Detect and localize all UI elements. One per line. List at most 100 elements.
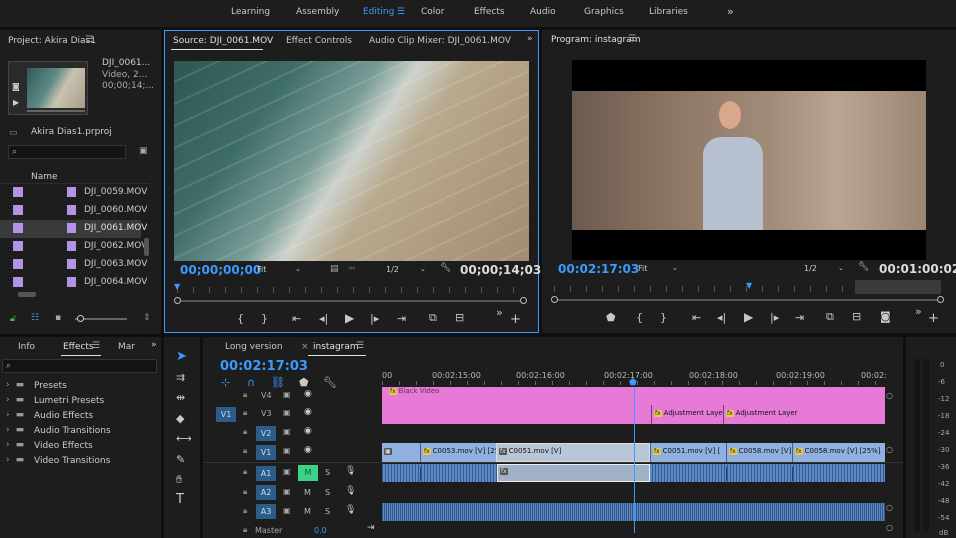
track-height-handle[interactable]: ○ xyxy=(886,445,893,454)
sync-lock-icon[interactable]: ▣ xyxy=(283,446,291,455)
tab-instagram[interactable]: instagram xyxy=(313,342,359,352)
workspace-graphics[interactable]: Graphics xyxy=(584,7,624,17)
solo-button[interactable]: S xyxy=(325,507,330,516)
extract-icon[interactable]: ⊟ xyxy=(852,311,861,323)
wrench-icon[interactable]: 🔧︎ xyxy=(440,263,451,273)
pen-tool-icon[interactable]: ✎ xyxy=(176,454,185,466)
hand-tool-icon[interactable]: ✋︎ xyxy=(176,474,182,486)
sort-icon[interactable]: ⇕ xyxy=(143,313,151,323)
mark-out-icon[interactable]: } xyxy=(660,312,667,324)
wrench-icon[interactable]: 🔧︎ xyxy=(858,262,869,272)
mute-button[interactable]: M xyxy=(298,465,318,481)
source-playhead[interactable]: ▼ xyxy=(174,282,180,291)
program-fit-select[interactable]: Fit ⌄ xyxy=(638,264,682,276)
source-zoom-bar[interactable] xyxy=(174,297,527,304)
timeline-menu-icon[interactable]: ☰ xyxy=(356,341,364,351)
workspace-learning[interactable]: Learning xyxy=(231,7,270,17)
tab-info[interactable]: Info xyxy=(18,342,35,352)
list-scrollbar[interactable] xyxy=(144,238,149,256)
lock-icon[interactable]: 🔒︎ xyxy=(243,506,247,516)
workspace-audio[interactable]: Audio xyxy=(530,7,556,17)
play-icon[interactable]: ▶ xyxy=(13,98,19,107)
track-height-handle[interactable]: ○ xyxy=(886,391,893,400)
panel-more-icon[interactable]: » xyxy=(527,34,533,44)
track-target[interactable]: V2 xyxy=(256,426,276,441)
tab-effects[interactable]: Effects xyxy=(63,342,94,352)
list-item[interactable]: › ▬ Video Effects xyxy=(6,440,156,455)
more-buttons-icon[interactable]: » xyxy=(496,307,503,319)
workspace-more-icon[interactable]: » xyxy=(727,5,734,18)
lock-icon[interactable]: 🔓︎ xyxy=(10,314,16,324)
audio-clip-a1-selected[interactable]: fx xyxy=(497,464,650,482)
list-item-selected[interactable]: DJI_0061.MOV xyxy=(0,220,147,238)
lock-icon[interactable]: 🔒︎ xyxy=(243,467,247,477)
mark-out-icon[interactable]: } xyxy=(261,313,268,325)
drag-icon[interactable]: ⇹ xyxy=(348,264,356,274)
program-timecode[interactable]: 00:02:17:03 xyxy=(558,262,639,276)
lift-icon[interactable]: ⧉ xyxy=(826,311,834,323)
export-frame-icon[interactable]: ◙ xyxy=(880,311,891,323)
source-fit-select[interactable]: Fit ⌄ xyxy=(257,265,305,277)
settings-icon[interactable]: ▤ xyxy=(330,264,339,274)
eye-icon[interactable]: ◉ xyxy=(304,426,312,436)
effects-menu-icon[interactable]: ☰ xyxy=(92,341,100,351)
program-zoom-bar[interactable] xyxy=(551,296,944,303)
list-item[interactable]: DJI_0059.MOV xyxy=(0,184,147,202)
track-select-icon[interactable]: ⇉ xyxy=(176,372,185,384)
list-item[interactable]: DJI_0062.MOV xyxy=(0,238,147,256)
track-label[interactable]: V4 xyxy=(261,391,272,400)
add-button-icon[interactable]: + xyxy=(510,313,521,326)
source-patch-v1[interactable]: V1 xyxy=(216,407,236,422)
list-item[interactable]: › ▬ Video Transitions xyxy=(6,455,156,470)
tab-markers[interactable]: Mar xyxy=(118,342,135,352)
mute-button[interactable]: M xyxy=(304,507,311,516)
mark-in-icon[interactable]: { xyxy=(237,313,244,325)
sync-lock-icon[interactable]: ▣ xyxy=(283,467,291,476)
workspace-color[interactable]: Color xyxy=(421,7,445,17)
program-playhead[interactable]: ▼ xyxy=(746,281,752,290)
clip-c0051[interactable]: fx C0051.mov [V] [ xyxy=(650,443,726,462)
play-button[interactable]: ▶ xyxy=(744,311,753,323)
project-title[interactable]: Project: Akira Dias1 xyxy=(8,36,96,46)
go-to-end-icon[interactable]: ⇥ xyxy=(367,523,375,533)
step-forward-icon[interactable]: |▸ xyxy=(770,312,779,324)
lock-icon[interactable]: 🔒︎ xyxy=(243,427,247,437)
new-bin-icon[interactable]: ▣ xyxy=(139,146,148,156)
workspace-assembly[interactable]: Assembly xyxy=(296,7,339,17)
horizontal-scrollbar[interactable] xyxy=(18,292,36,297)
eye-icon[interactable]: ◉ xyxy=(304,407,312,417)
workspace-effects[interactable]: Effects xyxy=(474,7,505,17)
track-target[interactable]: A2 xyxy=(256,485,276,500)
list-item[interactable]: DJI_0064.MOV xyxy=(0,274,147,292)
clip-thumbnail[interactable]: ◙ ▶ xyxy=(8,61,88,115)
source-ruler[interactable] xyxy=(177,287,527,293)
razor-tool-icon[interactable]: ◆ xyxy=(176,413,184,425)
program-inout-range[interactable] xyxy=(855,280,941,294)
insert-icon[interactable]: ⧉ xyxy=(429,312,437,324)
lock-icon[interactable]: 🔒︎ xyxy=(243,408,247,418)
list-item[interactable]: DJI_0063.MOV xyxy=(0,256,147,274)
step-back-icon[interactable]: ◂| xyxy=(319,313,328,325)
timeline-timecode[interactable]: 00:02:17:03 xyxy=(220,359,308,374)
sync-lock-icon[interactable]: ▣ xyxy=(283,408,291,417)
track-label[interactable]: V3 xyxy=(261,409,272,418)
clip-c0051-selected[interactable]: fx C0051.mov [V] xyxy=(496,443,650,462)
list-view-icon[interactable]: ☷ xyxy=(31,313,39,323)
track-height-handle[interactable]: ○ xyxy=(886,503,893,512)
mark-in-icon[interactable]: { xyxy=(636,312,643,324)
program-resolution-select[interactable]: 1/2 ⌄ xyxy=(804,264,848,276)
workspace-menu-icon[interactable]: ☰ xyxy=(397,7,405,17)
tab-effect-controls[interactable]: Effect Controls xyxy=(286,36,352,46)
workspace-libraries[interactable]: Libraries xyxy=(649,7,688,17)
tab-source[interactable]: Source: DJI_0061.MOV xyxy=(173,36,273,46)
tab-audio-clip-mixer[interactable]: Audio Clip Mixer: DJI_0061.MOV xyxy=(369,36,511,46)
list-item[interactable]: › ▬ Lumetri Presets xyxy=(6,395,156,410)
project-search-input[interactable]: ⌕ xyxy=(8,145,126,159)
name-column-header[interactable]: Name xyxy=(31,172,58,182)
ripple-edit-icon[interactable]: ⇹ xyxy=(176,392,185,404)
lock-icon[interactable]: 🔒︎ xyxy=(243,525,247,535)
overwrite-icon[interactable]: ⊟ xyxy=(455,312,464,324)
workspace-editing[interactable]: Editing xyxy=(363,7,394,17)
panel-more-icon[interactable]: » xyxy=(151,340,157,350)
clip-v1-start[interactable]: ▣ xyxy=(382,443,420,462)
